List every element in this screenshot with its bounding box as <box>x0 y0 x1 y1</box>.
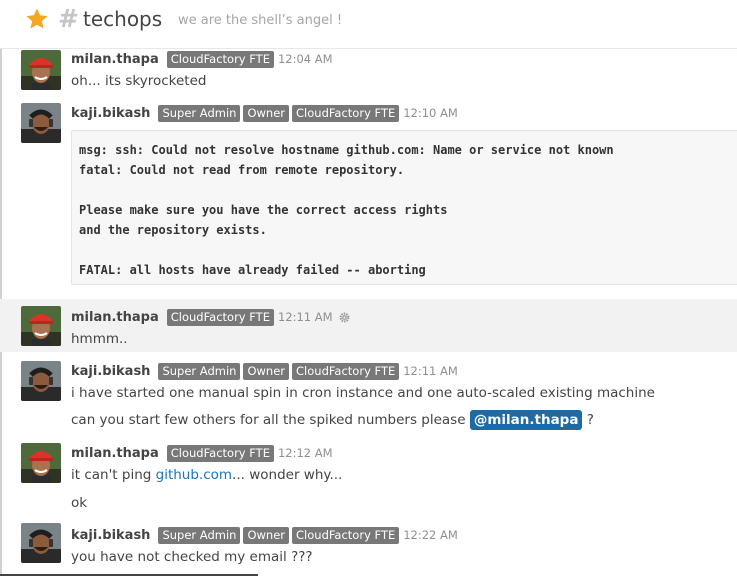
star-icon[interactable] <box>25 7 49 31</box>
role-badge: CloudFactory FTE <box>292 526 400 544</box>
code-line: and the repository exists. <box>79 223 267 237</box>
message: kaji.bikash Super Admin Owner CloudFacto… <box>0 355 737 435</box>
role-badge: Super Admin <box>158 104 241 122</box>
message-meta: milan.thapa CloudFactory FTE 12:11 AM <box>71 307 350 327</box>
timestamp[interactable]: 12:10 AM <box>403 106 458 120</box>
avatar[interactable] <box>21 306 61 346</box>
role-badge: CloudFactory FTE <box>166 308 274 326</box>
code-line: FATAL: all hosts have already failed -- … <box>79 263 426 277</box>
username[interactable]: milan.thapa <box>71 52 159 67</box>
message-text: hmmm.. <box>71 331 128 347</box>
channel-name[interactable]: techops <box>83 6 162 32</box>
message-text: you have not checked my email ??? <box>71 549 313 565</box>
timestamp[interactable]: 12:11 AM <box>403 364 458 378</box>
role-badge: CloudFactory FTE <box>292 362 400 380</box>
message-meta: kaji.bikash Super Admin Owner CloudFacto… <box>71 361 458 381</box>
message-text-suffix: ? <box>586 412 594 428</box>
message: milan.thapa CloudFactory FTE 12:12 AM it… <box>0 438 737 518</box>
role-badge: CloudFactory FTE <box>166 50 274 68</box>
role-badge: Owner <box>243 104 290 122</box>
message-meta: milan.thapa CloudFactory FTE 12:12 AM <box>71 443 333 463</box>
channel-header: # techops we are the shell’s angel ! <box>0 0 737 49</box>
username[interactable]: kaji.bikash <box>71 528 150 543</box>
role-badge: CloudFactory FTE <box>166 444 274 462</box>
hash-icon: # <box>58 4 79 33</box>
message: kaji.bikash Super Admin Owner CloudFacto… <box>0 522 737 576</box>
message-text: i have started one manual spin in cron i… <box>71 385 655 401</box>
avatar[interactable] <box>21 103 61 143</box>
avatar[interactable] <box>21 361 61 401</box>
message-link[interactable]: github.com <box>156 467 232 483</box>
code-line: Please make sure you have the correct ac… <box>79 203 448 217</box>
avatar[interactable] <box>21 443 61 483</box>
code-line: fatal: Could not read from remote reposi… <box>79 163 405 177</box>
message: milan.thapa CloudFactory FTE 12:11 AM hm… <box>0 299 737 352</box>
role-badge: Super Admin <box>158 362 241 380</box>
message: milan.thapa CloudFactory FTE 12:04 AM oh… <box>0 49 737 97</box>
avatar[interactable] <box>21 50 61 90</box>
timestamp[interactable]: 12:22 AM <box>403 528 458 542</box>
role-badge: Owner <box>243 526 290 544</box>
message-meta: kaji.bikash Super Admin Owner CloudFacto… <box>71 103 458 123</box>
username[interactable]: kaji.bikash <box>71 106 150 121</box>
role-badge: CloudFactory FTE <box>292 104 400 122</box>
username[interactable]: milan.thapa <box>71 310 159 325</box>
user-mention[interactable]: @milan.thapa <box>469 410 583 430</box>
timestamp[interactable]: 12:12 AM <box>278 446 333 460</box>
timestamp[interactable]: 12:04 AM <box>278 52 333 66</box>
timestamp[interactable]: 12:11 AM <box>278 310 333 324</box>
message-text: can you start few others for all the spi… <box>71 412 466 428</box>
message-text-continued: can you start few others for all the spi… <box>71 410 594 430</box>
message-text: oh... its skyrocketed <box>71 73 207 89</box>
message-meta: milan.thapa CloudFactory FTE 12:04 AM <box>71 49 333 69</box>
message-text: ok <box>71 495 88 511</box>
username[interactable]: kaji.bikash <box>71 364 150 379</box>
avatar[interactable] <box>21 523 61 563</box>
message-text-prefix: it can't ping <box>71 467 156 483</box>
code-block: msg: ssh: Could not resolve hostname git… <box>71 130 737 285</box>
role-badge: Owner <box>243 362 290 380</box>
channel-topic: we are the shell’s angel ! <box>178 13 343 28</box>
code-line: msg: ssh: Could not resolve hostname git… <box>79 143 614 157</box>
message-text-suffix: ... wonder why... <box>232 467 343 483</box>
message-meta: kaji.bikash Super Admin Owner CloudFacto… <box>71 525 458 545</box>
message-text: it can't ping github.com... wonder why..… <box>71 465 342 485</box>
username[interactable]: milan.thapa <box>71 446 159 461</box>
role-badge: Super Admin <box>158 526 241 544</box>
gear-icon[interactable] <box>339 312 350 323</box>
